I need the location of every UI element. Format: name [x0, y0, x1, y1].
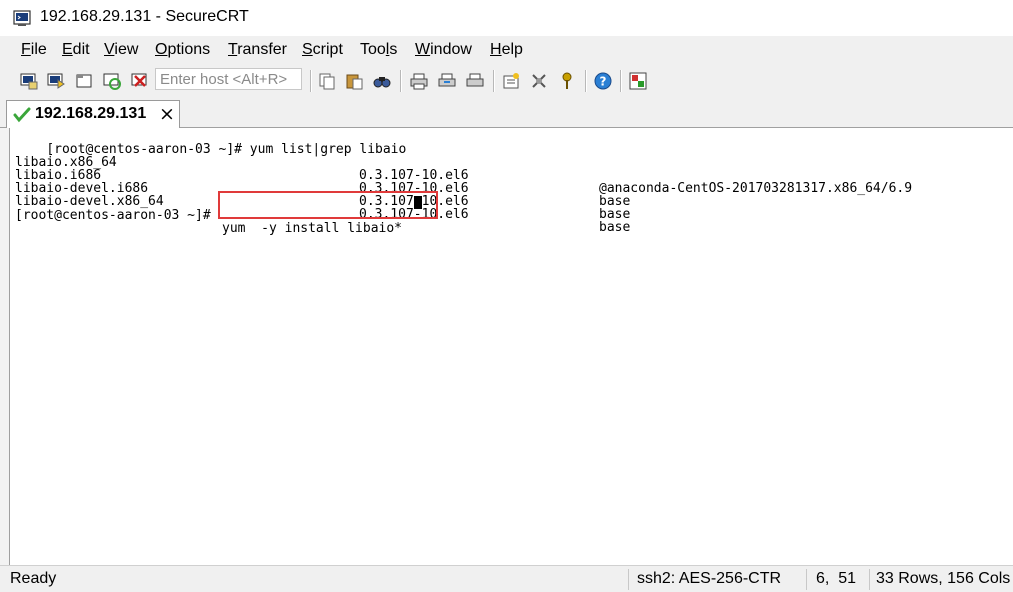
session-options-icon[interactable]	[500, 70, 522, 92]
status-cipher: ssh2: AES-256-CTR	[637, 570, 782, 587]
menu-window[interactable]: Window	[415, 41, 472, 59]
menu-view[interactable]: View	[104, 41, 138, 59]
terminal-view[interactable]: [root@centos-aaron-03 ~]# yum list|grep …	[9, 128, 1013, 565]
terminal-line: libaio.i686 0.3.107-10.el6 base	[15, 168, 631, 209]
paste-icon[interactable]	[343, 70, 365, 92]
terminal-prompt: [root@centos-aaron-03 ~]#	[15, 208, 219, 223]
terminal-prompt-line: [root@centos-aaron-03 ~]# yum -y install…	[15, 196, 402, 235]
connect-tab-icon[interactable]	[73, 70, 95, 92]
securecrt-app-icon	[13, 10, 31, 26]
toolbar-separator	[585, 70, 586, 92]
status-separator	[806, 569, 807, 590]
global-options-icon[interactable]	[528, 70, 550, 92]
left-window-edge	[0, 128, 9, 565]
toolbar-separator	[310, 70, 311, 92]
session-tab[interactable]: 192.168.29.131 ×	[6, 100, 180, 128]
terminal-line: libaio.x86_64 0.3.107-10.el6 @anaconda-C…	[15, 155, 913, 196]
session-tab-label: 192.168.29.131	[35, 105, 147, 122]
menu-edit[interactable]: Edit	[62, 41, 90, 59]
print-icon[interactable]	[408, 70, 430, 92]
connect-icon[interactable]	[18, 70, 40, 92]
command-highlight-box	[218, 191, 438, 219]
toolbar-separator	[620, 70, 621, 92]
keymap-icon[interactable]	[556, 70, 578, 92]
help-icon[interactable]: ?	[592, 70, 614, 92]
menu-options[interactable]: Options	[155, 41, 210, 59]
host-input[interactable]	[155, 68, 302, 90]
toolbar-separator	[400, 70, 401, 92]
connected-check-icon	[13, 107, 31, 123]
status-separator	[869, 569, 870, 590]
status-cursor-position: 6, 51	[816, 570, 857, 587]
toolbar-separator	[493, 70, 494, 92]
window-title: 192.168.29.131 - SecureCRT	[40, 8, 249, 25]
status-bar: Ready ssh2: AES-256-CTR 6, 51 33 Rows, 1…	[0, 565, 1013, 592]
sftp-icon[interactable]	[627, 70, 649, 92]
status-separator	[628, 569, 629, 590]
menu-file[interactable]: File	[21, 41, 47, 59]
menu-tools[interactable]: Tools	[360, 41, 397, 59]
terminal-line: libaio-devel.x86_64 0.3.107-10.el6 base	[15, 194, 631, 235]
copy-icon[interactable]	[316, 70, 338, 92]
disconnect-icon[interactable]	[129, 70, 151, 92]
status-terminal-size: 33 Rows, 156 Cols	[876, 570, 1011, 587]
svg-text:?: ?	[600, 75, 607, 89]
terminal-line: [root@centos-aaron-03 ~]# yum list|grep …	[46, 142, 407, 157]
tab-close-icon[interactable]: ×	[159, 105, 175, 124]
terminal-command: yum -y install libaio*	[222, 221, 410, 236]
quick-connect-icon[interactable]	[45, 70, 67, 92]
status-ready: Ready	[10, 570, 57, 587]
reconnect-icon[interactable]	[101, 70, 123, 92]
menu-bar: File Edit View Options Transfer Script T…	[0, 36, 1013, 64]
print-selection-icon[interactable]	[464, 70, 486, 92]
toolbar: ?	[0, 64, 1013, 98]
find-icon[interactable]	[371, 70, 393, 92]
terminal-line: libaio-devel.i686 0.3.107-10.el6 base	[15, 181, 631, 222]
menu-script[interactable]: Script	[302, 41, 343, 59]
title-bar: 192.168.29.131 - SecureCRT	[0, 0, 1013, 36]
print-setup-icon[interactable]	[436, 70, 458, 92]
session-tab-strip: 192.168.29.131 ×	[0, 98, 1013, 128]
menu-transfer[interactable]: Transfer	[228, 41, 287, 59]
menu-help[interactable]: Help	[490, 41, 523, 59]
